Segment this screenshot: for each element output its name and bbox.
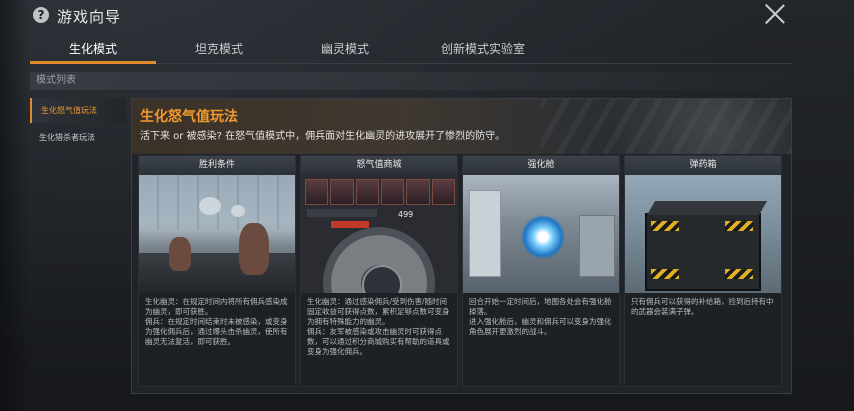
feature-card: 怒气值商城 499 生化幽灵：通过感染佣兵/受到伤害/随时间固定收益可获得点数，… xyxy=(300,155,458,387)
feature-cards: 胜利条件 生化幽灵：在规定时间内将所有佣兵感染成为幽灵，即可获胜。 佣兵：在规定… xyxy=(138,155,784,387)
mode-banner: 生化怒气值玩法 活下来 or 被感染? 在怒气值模式中，佣兵面对生化幽灵的进攻展… xyxy=(132,99,791,154)
mode-title: 生化怒气值玩法 xyxy=(140,109,238,125)
tab-ghost[interactable]: 幽灵模式 xyxy=(282,36,408,62)
card-description: 生化幽灵：通过感染佣兵/受到伤害/随时间固定收益可获得点数，累积足够点数可变身为… xyxy=(307,297,450,356)
shop-points: 499 xyxy=(398,210,414,219)
card-description: 回合开始一定时间后，地图各处会有强化舱掉落。 进入强化舱后，幽灵和佣兵可以变身为… xyxy=(469,297,612,336)
card-image xyxy=(139,175,295,293)
card-description: 只有佣兵可以获得的补给箱，捡到后持有中的武器会装满子弹。 xyxy=(631,297,774,316)
tab-biochemical[interactable]: 生化模式 xyxy=(30,36,156,64)
victory-scene-image xyxy=(139,175,295,293)
mode-detail-panel: 生化怒气值玩法 活下来 or 被感染? 在怒气值模式中，佣兵面对生化幽灵的进攻展… xyxy=(131,98,792,394)
banner-art xyxy=(541,99,791,154)
mode-sidebar: 生化怒气值玩法 生化猎杀者玩法 xyxy=(30,98,126,152)
card-image: 499 xyxy=(301,175,457,293)
title-bar: ? 游戏向导 xyxy=(0,0,854,32)
mode-list-label: 模式列表 xyxy=(30,72,792,90)
card-title: 胜利条件 xyxy=(139,156,295,175)
feature-card: 强化舱 回合开始一定时间后，地图各处会有强化舱掉落。 进入强化舱后，幽灵和佣兵可… xyxy=(462,155,620,387)
ammo-box-image xyxy=(625,175,781,293)
feature-card: 胜利条件 生化幽灵：在规定时间内将所有佣兵感染成为幽灵，即可获胜。 佣兵：在规定… xyxy=(138,155,296,387)
sidebar-item-hunter-mode[interactable]: 生化猎杀者玩法 xyxy=(30,125,126,150)
card-image xyxy=(625,175,781,293)
tab-tank[interactable]: 坦克模式 xyxy=(156,36,282,62)
sidebar-item-rage-mode[interactable]: 生化怒气值玩法 xyxy=(30,98,126,123)
help-icon[interactable]: ? xyxy=(33,7,49,23)
close-icon[interactable] xyxy=(764,3,786,25)
rage-shop-image: 499 xyxy=(301,175,457,293)
card-image xyxy=(463,175,619,293)
card-description: 生化幽灵：在规定时间内将所有佣兵感染成为幽灵，即可获胜。 佣兵：在规定时间结束时… xyxy=(145,297,288,346)
feature-card: 弹药箱 只有佣兵可以获得的补给箱，捡到后持有中的武器会装满子弹。 xyxy=(624,155,782,387)
tab-innovation-lab[interactable]: 创新模式实验室 xyxy=(408,36,558,62)
mode-tabs: 生化模式 坦克模式 幽灵模式 创新模式实验室 xyxy=(30,36,792,64)
mode-subtitle: 活下来 or 被感染? 在怒气值模式中，佣兵面对生化幽灵的进攻展开了惨烈的防守。 xyxy=(140,131,506,142)
card-title: 弹药箱 xyxy=(625,156,781,175)
card-title: 怒气值商城 xyxy=(301,156,457,175)
enhance-pod-image xyxy=(463,175,619,293)
background-fade xyxy=(0,0,30,411)
window-title: 游戏向导 xyxy=(57,8,122,26)
card-title: 强化舱 xyxy=(463,156,619,175)
